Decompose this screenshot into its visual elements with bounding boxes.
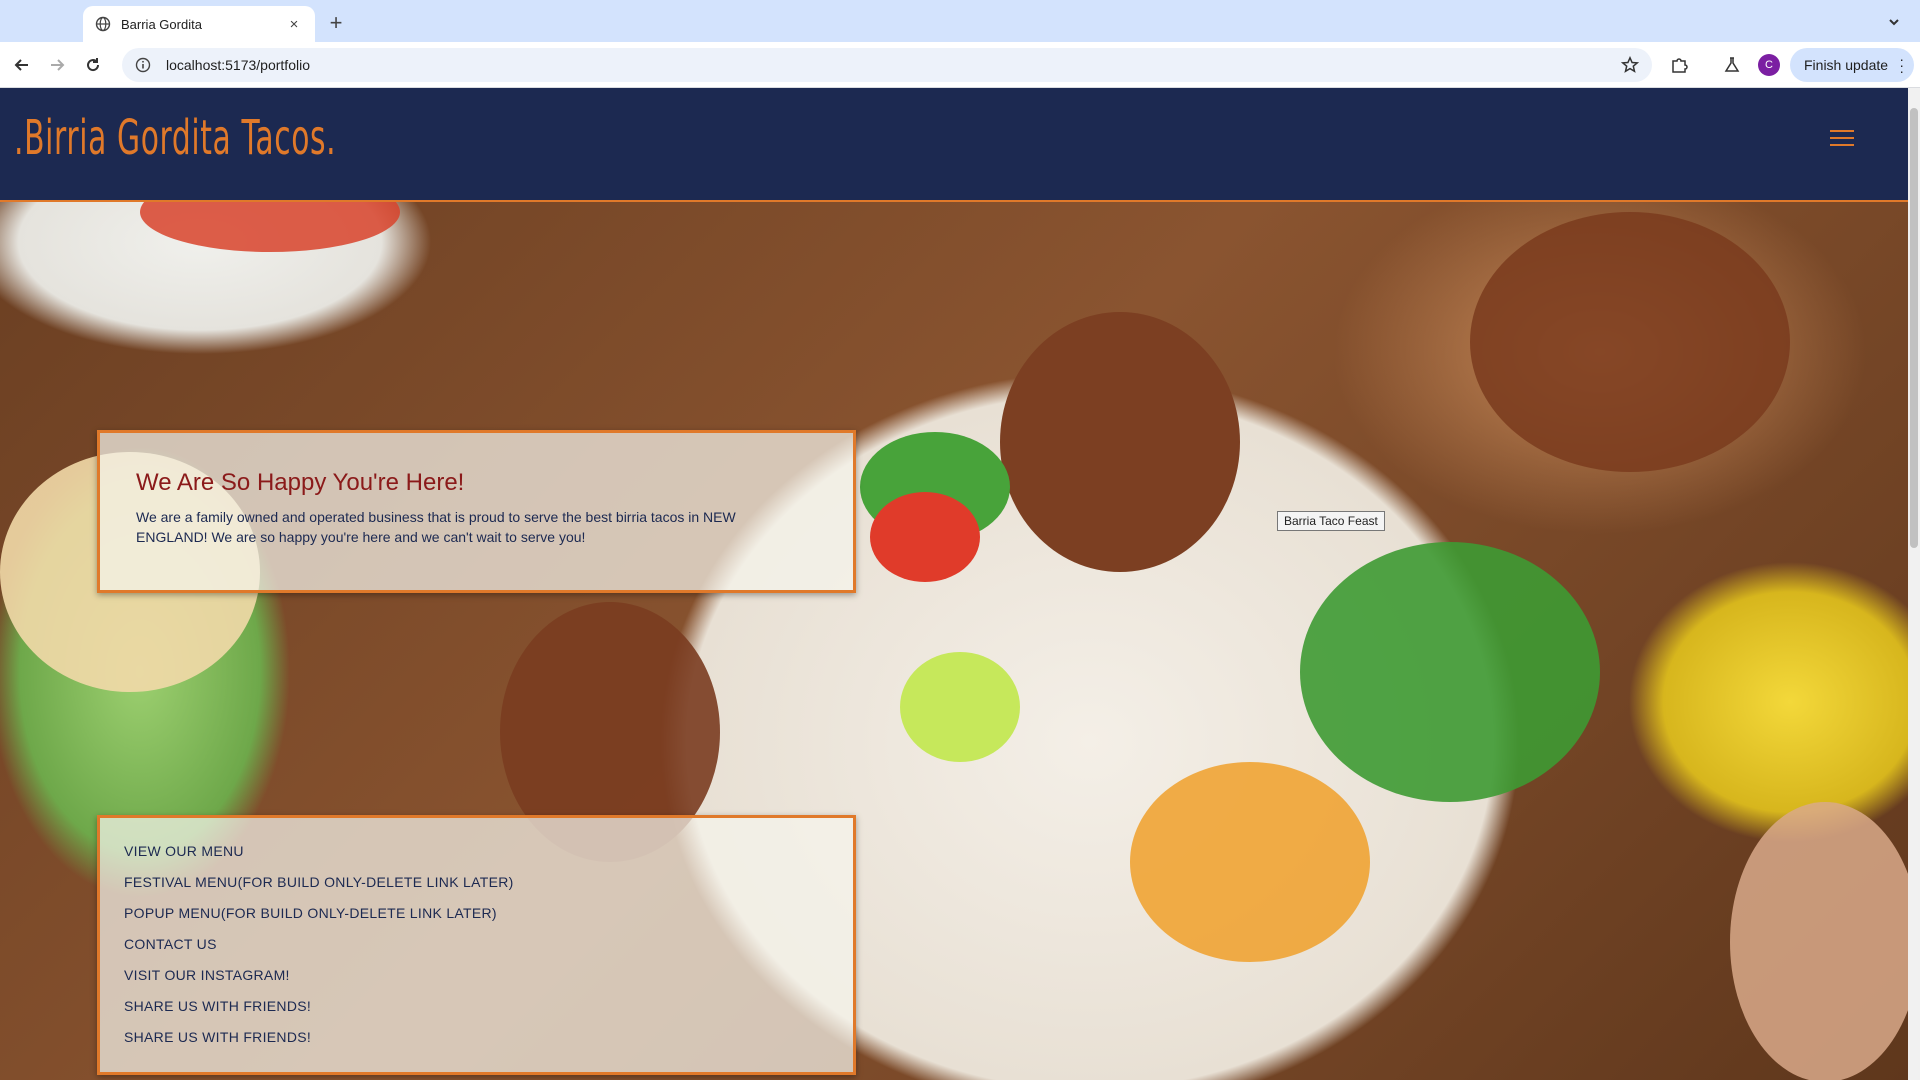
pepper-yellow-shape xyxy=(1130,762,1370,962)
browser-toolbar: localhost:5173/portfolio C Finish update… xyxy=(0,42,1920,88)
tab-title: Barria Gordita xyxy=(121,16,202,32)
meat-plate-shape xyxy=(1470,212,1790,472)
url-text[interactable]: localhost:5173/portfolio xyxy=(166,57,1620,73)
tab-search-chevron-icon[interactable] xyxy=(1882,10,1906,34)
more-menu-icon[interactable]: · · · xyxy=(1899,52,1904,78)
quick-links-card: VIEW OUR MENU FESTIVAL MENU(FOR BUILD ON… xyxy=(97,815,856,1075)
reload-icon[interactable] xyxy=(79,51,107,79)
finish-update-label: Finish update xyxy=(1804,57,1889,73)
finish-update-button[interactable]: Finish update · · · xyxy=(1790,48,1914,82)
site-header: .Birria Gordita Tacos. xyxy=(0,88,1908,202)
tomato-shape xyxy=(140,202,400,252)
welcome-text: We are a family owned and operated busin… xyxy=(136,509,736,545)
link-festival-menu[interactable]: FESTIVAL MENU(FOR BUILD ONLY-DELETE LINK… xyxy=(124,873,853,904)
back-arrow-icon[interactable] xyxy=(8,51,36,79)
welcome-title: We Are So Happy You're Here! xyxy=(136,469,465,496)
browser-tab-strip: Barria Gordita × + xyxy=(0,0,1920,42)
hamburger-menu-icon[interactable] xyxy=(1830,128,1854,148)
link-popup-menu[interactable]: POPUP MENU(FOR BUILD ONLY-DELETE LINK LA… xyxy=(124,904,853,935)
bookmark-star-icon[interactable] xyxy=(1620,55,1640,75)
page-viewport: .Birria Gordita Tacos. Barria Taco Feast… xyxy=(0,88,1908,1080)
scrollbar-thumb[interactable] xyxy=(1910,108,1918,548)
link-contact-us[interactable]: CONTACT US xyxy=(124,935,853,966)
profile-avatar[interactable]: C xyxy=(1758,54,1780,76)
meat-shape xyxy=(1000,312,1240,572)
extensions-puzzle-icon[interactable] xyxy=(1665,51,1693,79)
welcome-card: We Are So Happy You're Here! We are a fa… xyxy=(97,430,856,593)
new-tab-button[interactable]: + xyxy=(322,9,350,37)
link-share-friends-2[interactable]: SHARE US WITH FRIENDS! xyxy=(124,1028,853,1059)
cilantro-shape xyxy=(1300,542,1600,802)
forward-arrow-icon[interactable] xyxy=(43,51,71,79)
close-tab-icon[interactable]: × xyxy=(285,15,303,33)
taco-side-shape xyxy=(1730,802,1908,1080)
link-share-friends[interactable]: SHARE US WITH FRIENDS! xyxy=(124,997,853,1028)
browser-tab[interactable]: Barria Gordita × xyxy=(83,6,315,42)
page-scrollbar[interactable] xyxy=(1908,88,1920,1080)
globe-icon xyxy=(95,16,111,32)
address-bar[interactable]: localhost:5173/portfolio xyxy=(122,48,1652,82)
image-title-tooltip: Barria Taco Feast xyxy=(1277,511,1385,531)
site-logo[interactable]: .Birria Gordita Tacos. xyxy=(14,110,336,166)
link-instagram[interactable]: VISIT OUR INSTAGRAM! xyxy=(124,966,853,997)
pepper-shape xyxy=(870,492,980,582)
link-view-menu[interactable]: VIEW OUR MENU xyxy=(124,842,853,873)
lime-slice-shape xyxy=(900,652,1020,762)
labs-flask-icon[interactable] xyxy=(1718,51,1746,79)
site-info-icon[interactable] xyxy=(134,56,152,74)
